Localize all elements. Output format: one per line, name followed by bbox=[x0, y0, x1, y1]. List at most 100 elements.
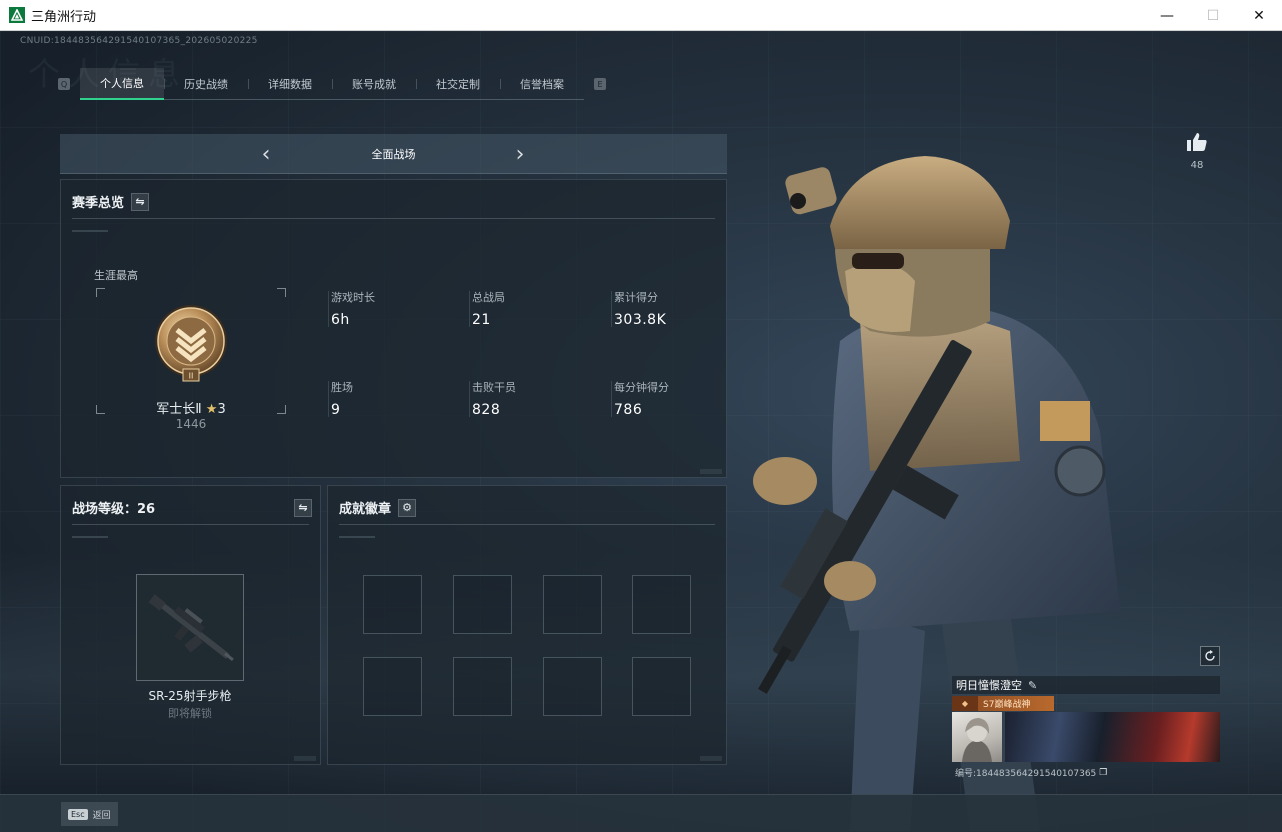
rank-star-icon: ★ bbox=[205, 402, 218, 417]
tab-reputation[interactable]: 信誉档案 bbox=[500, 68, 584, 100]
season-overview-title: 赛季总览 bbox=[72, 196, 125, 211]
close-button[interactable]: ✕ bbox=[1236, 0, 1282, 31]
back-button[interactable]: Esc 返回 bbox=[61, 802, 118, 826]
player-title: S7巅峰战神 bbox=[983, 700, 1031, 710]
battlefield-switch-button[interactable]: ⇋ bbox=[294, 498, 312, 517]
badge-slot[interactable] bbox=[632, 657, 691, 716]
rank-frame[interactable]: II bbox=[96, 288, 286, 414]
tab-prev-key-hint[interactable]: Q bbox=[58, 78, 70, 90]
stat-value: 6h bbox=[331, 312, 350, 328]
copy-icon[interactable]: ❐ bbox=[1099, 768, 1107, 778]
stat-wins: 胜场 9 bbox=[328, 379, 353, 418]
stat-label: 胜场 bbox=[331, 381, 353, 394]
rifle-icon bbox=[148, 594, 234, 662]
minimize-button[interactable]: — bbox=[1144, 0, 1190, 31]
stat-value: 303.8K bbox=[614, 312, 667, 328]
weapon-reward-card[interactable] bbox=[136, 574, 244, 681]
rank-score: 1446 bbox=[175, 417, 207, 431]
tab-bar: Q 个人信息 历史战绩 详细数据 账号成就 社交定制 信誉档案 E bbox=[58, 68, 638, 100]
badge-slot[interactable] bbox=[363, 575, 422, 634]
achievement-badges-panel: 成就徽章 ⚙ bbox=[327, 485, 727, 765]
tab-history[interactable]: 历史战绩 bbox=[164, 68, 248, 100]
stat-label: 总战局 bbox=[472, 291, 505, 304]
rank-title: 军士长Ⅱ bbox=[156, 402, 202, 417]
rank-name: 军士长Ⅱ ★3 bbox=[61, 398, 321, 417]
panel-subline bbox=[72, 230, 108, 232]
svg-text:II: II bbox=[189, 372, 194, 381]
like-button[interactable] bbox=[1186, 132, 1208, 156]
refresh-button[interactable] bbox=[1200, 646, 1220, 666]
rank-star-count: 3 bbox=[217, 402, 226, 417]
panel-corner-mark bbox=[700, 469, 722, 474]
stat-label: 累计得分 bbox=[614, 291, 658, 304]
window-controls: — ☐ ✕ bbox=[1144, 0, 1282, 31]
mode-next-button[interactable]: › bbox=[508, 142, 532, 167]
like-count: 48 bbox=[1190, 160, 1204, 171]
app-logo-icon bbox=[9, 7, 25, 23]
season-overview-header: 赛季总览 ⇋ bbox=[72, 192, 150, 211]
badge-slot[interactable] bbox=[543, 657, 602, 716]
title-badge-icon: ◆ bbox=[952, 696, 978, 711]
esc-key-hint: Esc bbox=[68, 808, 88, 820]
panel-divider bbox=[72, 524, 309, 525]
maximize-button[interactable]: ☐ bbox=[1190, 0, 1236, 31]
stat-value: 9 bbox=[331, 402, 341, 418]
frame-corner bbox=[96, 288, 105, 297]
stat-total-score: 累计得分 303.8K bbox=[611, 289, 667, 328]
badge-slot[interactable] bbox=[363, 657, 422, 716]
bottom-bar: Esc 返回 bbox=[0, 794, 1282, 832]
tab-next-key-hint[interactable]: E bbox=[594, 78, 606, 90]
panel-subline bbox=[339, 536, 375, 538]
badge-slot[interactable] bbox=[453, 575, 512, 634]
player-id-text: 编号:18448356429154010736​5 bbox=[955, 769, 1097, 779]
tab-detailed-data[interactable]: 详细数据 bbox=[248, 68, 332, 100]
rank-emblem-icon: II bbox=[155, 305, 227, 382]
stat-divider bbox=[328, 291, 329, 327]
player-name: 明日憧憬澄空 bbox=[956, 679, 1022, 692]
stat-kills: 击败干员 828 bbox=[469, 379, 516, 418]
stat-divider bbox=[611, 291, 612, 327]
achievement-title: 成就徽章 bbox=[339, 502, 392, 517]
mode-selector: ‹ 全面战场 › bbox=[60, 134, 727, 174]
season-switch-button[interactable]: ⇋ bbox=[131, 192, 150, 211]
season-overview-panel: 赛季总览 ⇋ 生涯最高 II 军士长Ⅱ ★3 1446 游戏时长 6h 总战局 … bbox=[60, 179, 727, 478]
stat-total-matches: 总战局 21 bbox=[469, 289, 505, 328]
battlefield-level-title: 战场等级：26 bbox=[72, 502, 156, 517]
mode-label: 全面战场 bbox=[371, 147, 416, 161]
tab-personal-info[interactable]: 个人信息 bbox=[80, 68, 164, 100]
stat-value: 786 bbox=[614, 402, 643, 418]
back-label: 返回 bbox=[92, 810, 111, 821]
career-best-label: 生涯最高 bbox=[94, 269, 138, 282]
badge-slot[interactable] bbox=[543, 575, 602, 634]
panel-subline bbox=[72, 536, 108, 538]
mode-prev-button[interactable]: ‹ bbox=[254, 142, 278, 167]
badge-slot[interactable] bbox=[632, 575, 691, 634]
achievement-settings-button[interactable]: ⚙ bbox=[398, 498, 417, 517]
stat-divider bbox=[611, 381, 612, 417]
stat-label: 每分钟得分 bbox=[614, 381, 669, 394]
thumbs-up-icon bbox=[1187, 133, 1207, 151]
tab-social-custom[interactable]: 社交定制 bbox=[416, 68, 500, 100]
tab-account-achievements[interactable]: 账号成就 bbox=[332, 68, 416, 100]
avatar[interactable] bbox=[952, 712, 1002, 762]
stat-value: 828 bbox=[472, 402, 501, 418]
panel-corner-mark bbox=[294, 756, 316, 761]
stat-label: 击败干员 bbox=[472, 381, 516, 394]
player-id: 编号:18448356429154010736​5 ❐ bbox=[955, 766, 1107, 780]
window-titlebar: 三角洲行动 — ☐ ✕ bbox=[0, 0, 1282, 31]
player-card[interactable]: 明日憧憬澄空 ✎ ◆ S7巅峰战神 编号:1844835642915401073… bbox=[952, 676, 1220, 780]
battlefield-level-header: 战场等级：26 ⇋ bbox=[72, 498, 312, 517]
achievement-header: 成就徽章 ⚙ bbox=[339, 498, 417, 517]
player-name-row: 明日憧憬澄空 ✎ bbox=[952, 676, 1220, 694]
panel-divider bbox=[339, 524, 715, 525]
stat-divider bbox=[328, 381, 329, 417]
avatar-portrait bbox=[962, 718, 992, 762]
weapon-name: SR-25射手步枪 bbox=[148, 689, 232, 703]
player-title-badge: ◆ S7巅峰战神 bbox=[952, 696, 1054, 711]
edit-icon[interactable]: ✎ bbox=[1028, 679, 1037, 692]
tab-list: 个人信息 历史战绩 详细数据 账号成就 社交定制 信誉档案 bbox=[80, 68, 584, 100]
panel-divider bbox=[72, 218, 715, 219]
badge-slot[interactable] bbox=[453, 657, 512, 716]
stat-divider bbox=[469, 291, 470, 327]
stat-value: 21 bbox=[472, 312, 491, 328]
